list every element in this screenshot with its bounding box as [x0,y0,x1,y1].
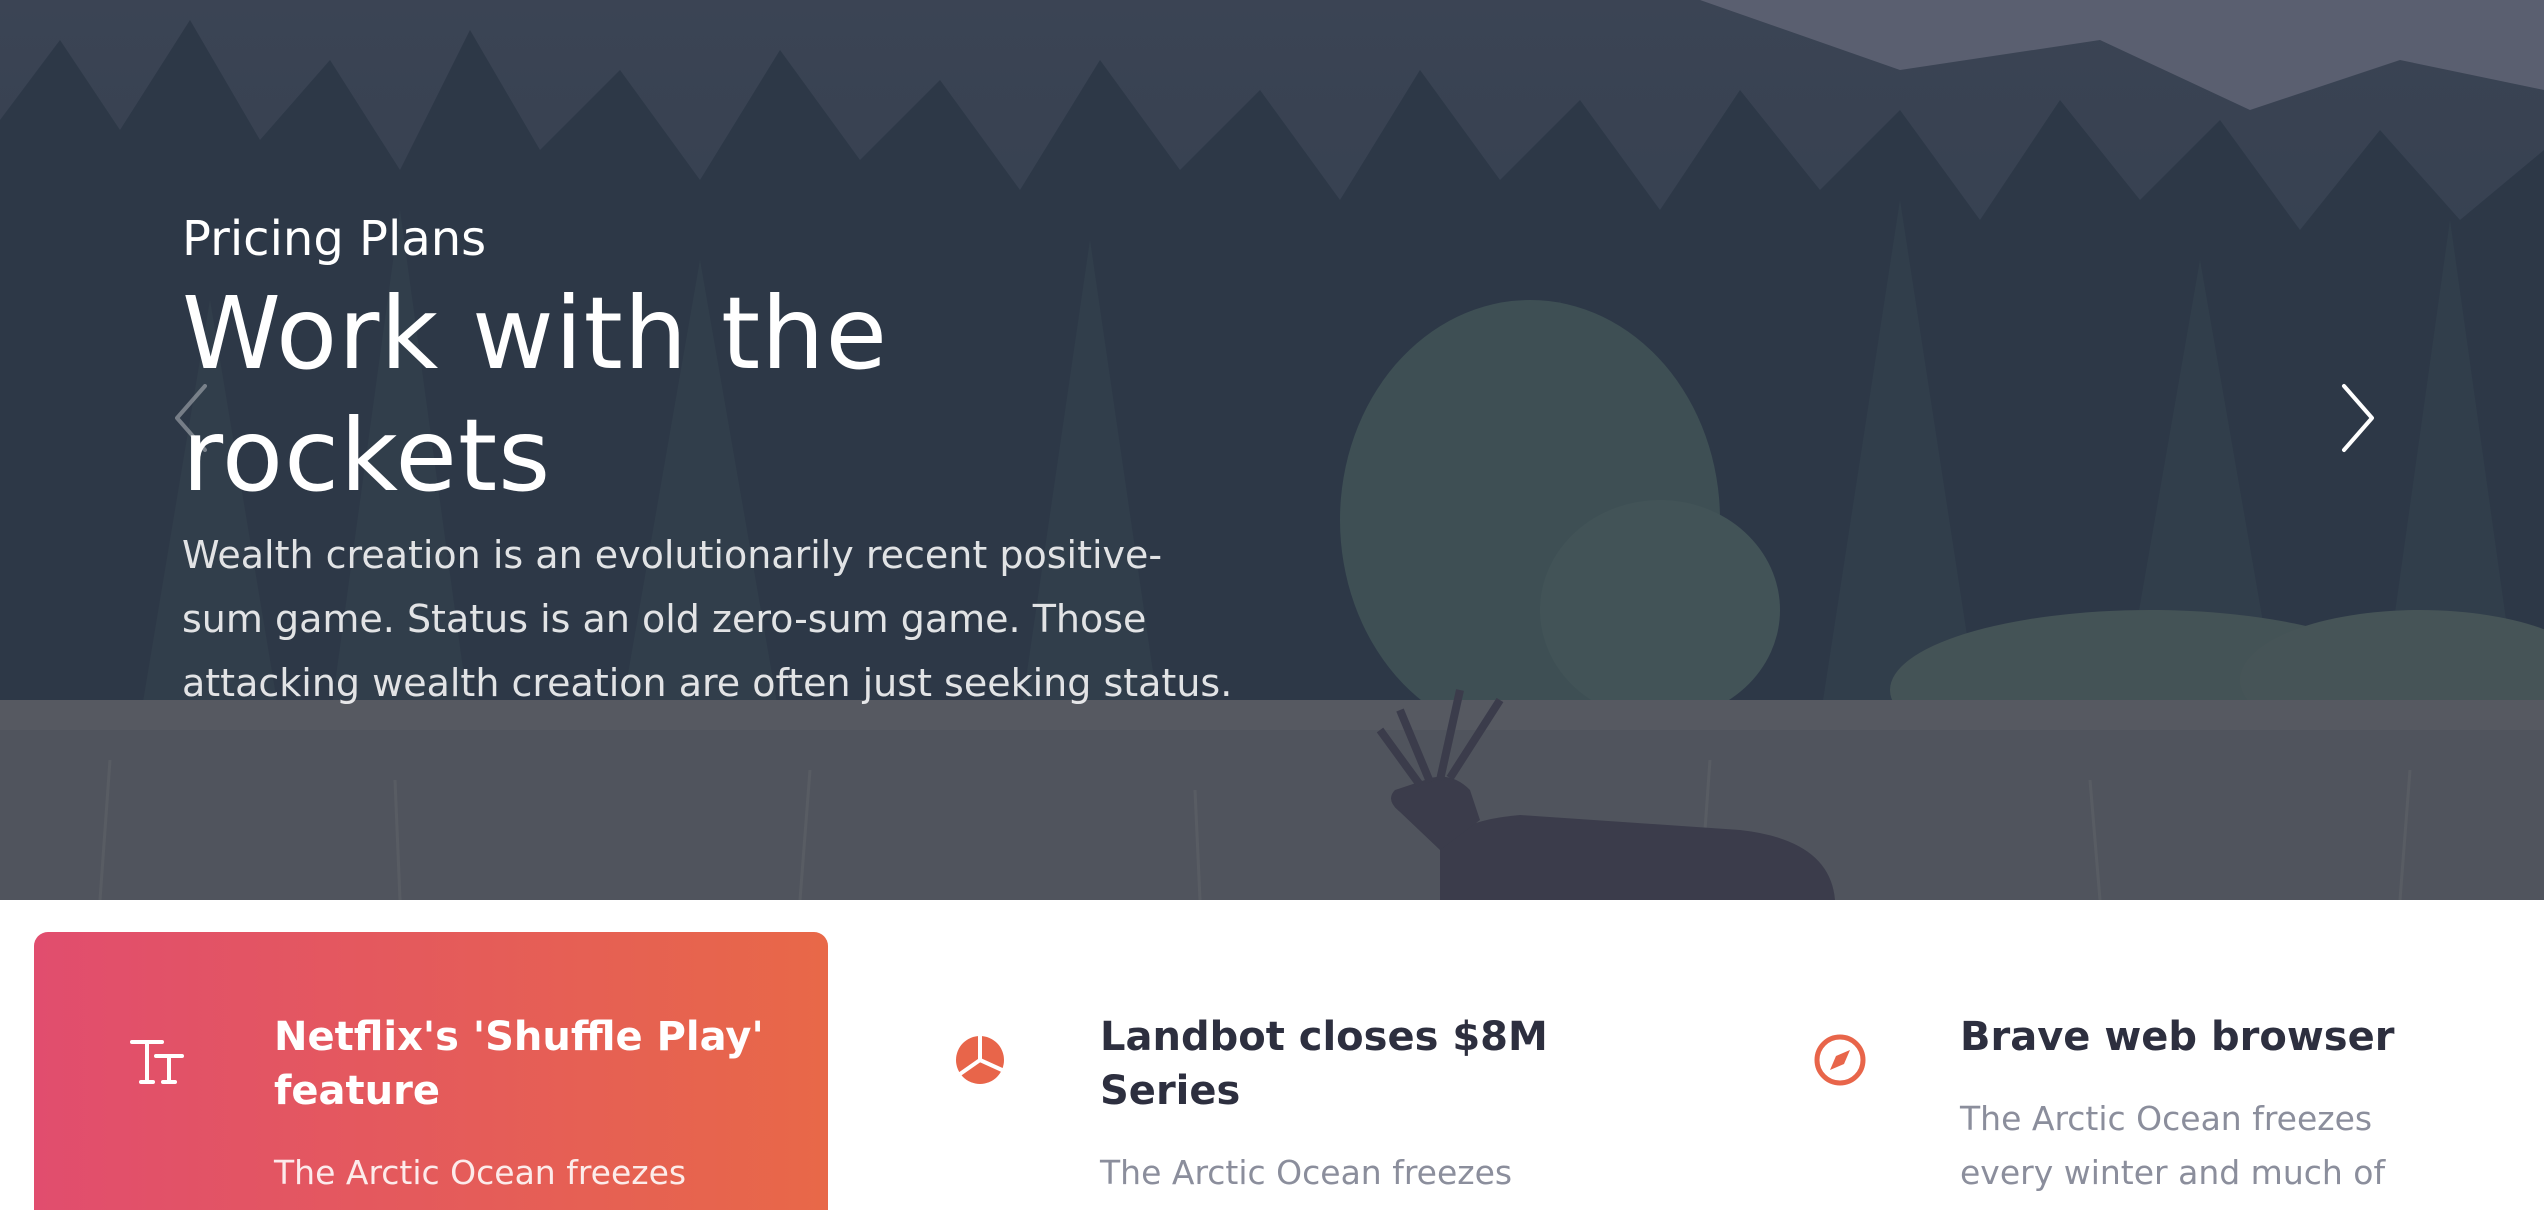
hero-caption: Pricing Plans Work with the rockets Weal… [182,205,1282,715]
carousel-next-button[interactable] [2328,378,2384,458]
feature-card-brave[interactable]: Brave web browser The Arctic Ocean freez… [1780,932,2520,1210]
features-section: Netflix's 'Shuffle Play' feature The Arc… [0,900,2544,1210]
feature-description: The Arctic Ocean freezes [274,1153,687,1192]
hero-eyebrow: Pricing Plans [182,211,487,267]
pie-chart-icon [950,1030,1010,1090]
feature-card-netflix[interactable]: Netflix's 'Shuffle Play' feature The Arc… [34,932,828,1210]
feature-description: The Arctic Ocean freezes [1100,1153,1513,1192]
hero-title: Work with the rockets [182,275,889,514]
feature-description: The Arctic Ocean freezes every winter an… [1960,1099,2386,1192]
page: Pricing Plans Work with the rockets Weal… [0,0,2544,1210]
feature-title: Netflix's 'Shuffle Play' feature [274,1014,764,1114]
carousel-prev-button[interactable] [165,378,221,458]
hero-description: Wealth creation is an evolutionarily rec… [182,533,1233,705]
feature-title: Brave web browser [1960,1014,2395,1060]
text-size-icon [128,1030,188,1090]
chevron-left-icon [175,384,207,452]
compass-icon [1810,1030,1870,1090]
feature-title: Landbot closes $8M Series [1100,1014,1548,1114]
hero-slider: Pricing Plans Work with the rockets Weal… [0,0,2544,900]
feature-card-landbot[interactable]: Landbot closes $8M Series The Arctic Oce… [920,932,1680,1210]
chevron-right-icon [2342,384,2374,452]
